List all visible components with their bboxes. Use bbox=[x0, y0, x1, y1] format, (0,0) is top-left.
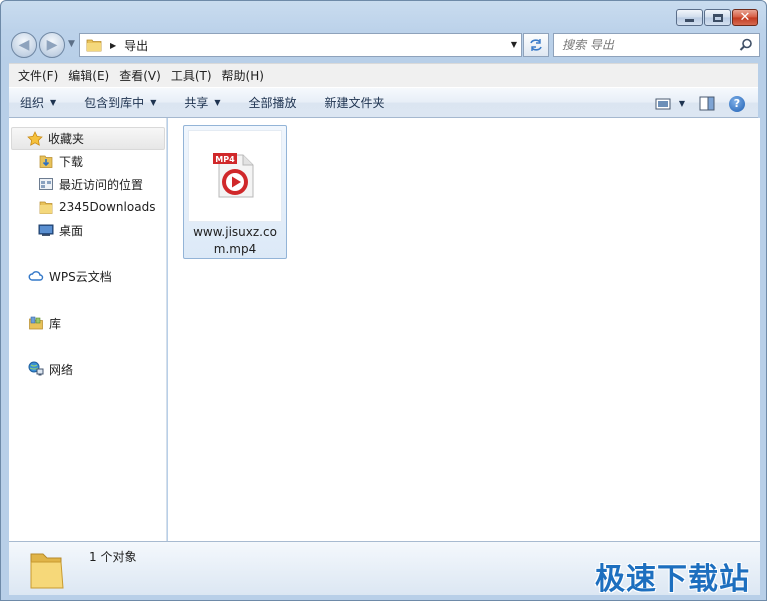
file-thumbnail: MP4 bbox=[188, 130, 282, 222]
nav-libraries[interactable]: 库 bbox=[27, 312, 61, 334]
search-box[interactable] bbox=[553, 33, 760, 57]
downloads-folder-icon bbox=[37, 153, 55, 169]
nav-libraries-label: 库 bbox=[49, 316, 62, 331]
back-button[interactable]: ◀ bbox=[11, 32, 37, 58]
explorer-window: ✕ ◀ ▶ ▼ ▶ 导出 ▼ 搜索 导出 文件(F) 编辑(E) 查看(V) 工… bbox=[0, 0, 767, 601]
command-bar: 组织 ▼ 包含到库中 ▼ 共享 ▼ 全部播放 新建文件夹 ▼ ? bbox=[9, 87, 758, 118]
nav-wps-cloud[interactable]: WPS云文档 bbox=[27, 265, 112, 287]
chevron-down-icon: ▼ bbox=[50, 98, 57, 107]
chevron-down-icon: ▼ bbox=[214, 98, 221, 107]
view-options-button[interactable]: ▼ bbox=[655, 97, 685, 111]
nav-desktop-label: 桌面 bbox=[59, 223, 84, 238]
nav-favorites[interactable]: 收藏夹 bbox=[11, 127, 165, 150]
desktop-icon bbox=[37, 222, 55, 238]
share-label: 共享 bbox=[184, 96, 209, 110]
nav-favorites-label: 收藏夹 bbox=[48, 132, 85, 146]
chevron-down-icon: ▼ bbox=[150, 98, 157, 107]
new-folder-button[interactable]: 新建文件夹 bbox=[314, 94, 396, 111]
file-name[interactable]: www.jisuxz.com.mp4 bbox=[184, 224, 286, 258]
mp4-video-icon: MP4 bbox=[213, 153, 254, 198]
status-bar: 1 个对象 极速下载站 bbox=[9, 541, 760, 597]
network-icon bbox=[27, 361, 45, 377]
search-icon[interactable] bbox=[739, 38, 753, 52]
nav-downloads-label: 下载 bbox=[59, 154, 84, 169]
caption-buttons: ✕ bbox=[675, 9, 758, 26]
nav-network-label: 网络 bbox=[49, 362, 74, 377]
share-button[interactable]: 共享 ▼ bbox=[173, 94, 231, 111]
nav-wps-cloud-label: WPS云文档 bbox=[49, 269, 112, 284]
nav-network[interactable]: 网络 bbox=[27, 358, 73, 380]
file-item[interactable]: MP4 www.jisuxz.com.mp4 bbox=[183, 125, 287, 259]
command-bar-right: ▼ ? bbox=[655, 88, 758, 119]
help-button[interactable]: ? bbox=[729, 95, 745, 112]
refresh-icon bbox=[530, 39, 542, 51]
preview-pane-icon bbox=[699, 96, 715, 111]
close-icon: ✕ bbox=[739, 10, 751, 25]
nav-downloads[interactable]: 下载 bbox=[37, 150, 83, 172]
address-bar[interactable]: ▶ 导出 ▼ bbox=[79, 33, 522, 57]
minimize-button[interactable] bbox=[676, 9, 703, 26]
maximize-icon bbox=[712, 13, 723, 22]
address-path[interactable]: 导出 bbox=[124, 37, 148, 54]
minimize-icon bbox=[685, 19, 694, 22]
view-icon bbox=[655, 98, 671, 109]
recent-pages-dropdown[interactable]: ▼ bbox=[68, 39, 75, 49]
menu-file[interactable]: 文件(F) bbox=[13, 65, 63, 87]
watermark-logo: 极速下载站 bbox=[595, 562, 750, 597]
menu-help[interactable]: 帮助(H) bbox=[217, 65, 269, 87]
folder-icon bbox=[37, 199, 55, 215]
library-icon bbox=[27, 315, 45, 331]
nav-2345downloads[interactable]: 2345Downloads bbox=[37, 196, 155, 218]
cloud-icon bbox=[27, 269, 45, 283]
organize-label: 组织 bbox=[20, 96, 45, 110]
navigation-pane: 收藏夹 下载 最近访问的位置 2345Downloads 桌面 WPS云文档 库… bbox=[9, 118, 167, 541]
nav-recent[interactable]: 最近访问的位置 bbox=[37, 173, 143, 195]
preview-pane-button[interactable] bbox=[699, 96, 715, 111]
menu-tools[interactable]: 工具(T) bbox=[166, 65, 217, 87]
chevron-down-icon: ▼ bbox=[678, 99, 685, 108]
include-library-label: 包含到库中 bbox=[84, 96, 145, 110]
menu-edit[interactable]: 编辑(E) bbox=[63, 65, 114, 87]
item-count: 1 个对象 bbox=[89, 550, 137, 564]
file-list-area[interactable]: MP4 www.jisuxz.com.mp4 bbox=[168, 118, 760, 541]
nav-desktop[interactable]: 桌面 bbox=[37, 219, 83, 241]
new-folder-label: 新建文件夹 bbox=[324, 96, 385, 110]
forward-button[interactable]: ▶ bbox=[39, 32, 65, 58]
navigation-row: ◀ ▶ ▼ ▶ 导出 ▼ bbox=[9, 32, 760, 58]
forward-arrow-icon: ▶ bbox=[46, 37, 58, 53]
include-library-button[interactable]: 包含到库中 ▼ bbox=[73, 94, 167, 111]
search-input[interactable] bbox=[562, 38, 732, 52]
play-all-button[interactable]: 全部播放 bbox=[238, 94, 308, 111]
nav-2345downloads-label: 2345Downloads bbox=[59, 200, 156, 214]
menu-view[interactable]: 查看(V) bbox=[114, 65, 166, 87]
address-history-dropdown[interactable]: ▼ bbox=[511, 40, 517, 49]
folder-icon bbox=[86, 39, 102, 52]
play-all-label: 全部播放 bbox=[248, 96, 297, 110]
recent-places-icon bbox=[37, 176, 55, 192]
close-button[interactable]: ✕ bbox=[732, 9, 758, 26]
breadcrumb-separator-icon[interactable]: ▶ bbox=[110, 41, 116, 50]
refresh-button[interactable] bbox=[523, 33, 549, 57]
menu-bar: 文件(F) 编辑(E) 查看(V) 工具(T) 帮助(H) bbox=[9, 63, 758, 87]
maximize-button[interactable] bbox=[704, 9, 731, 26]
nav-recent-label: 最近访问的位置 bbox=[59, 177, 144, 192]
star-icon bbox=[26, 130, 44, 147]
file-type-badge: MP4 bbox=[215, 155, 235, 164]
back-arrow-icon: ◀ bbox=[18, 37, 30, 53]
folder-icon bbox=[30, 553, 64, 589]
help-icon: ? bbox=[733, 97, 741, 110]
organize-button[interactable]: 组织 ▼ bbox=[9, 94, 67, 111]
